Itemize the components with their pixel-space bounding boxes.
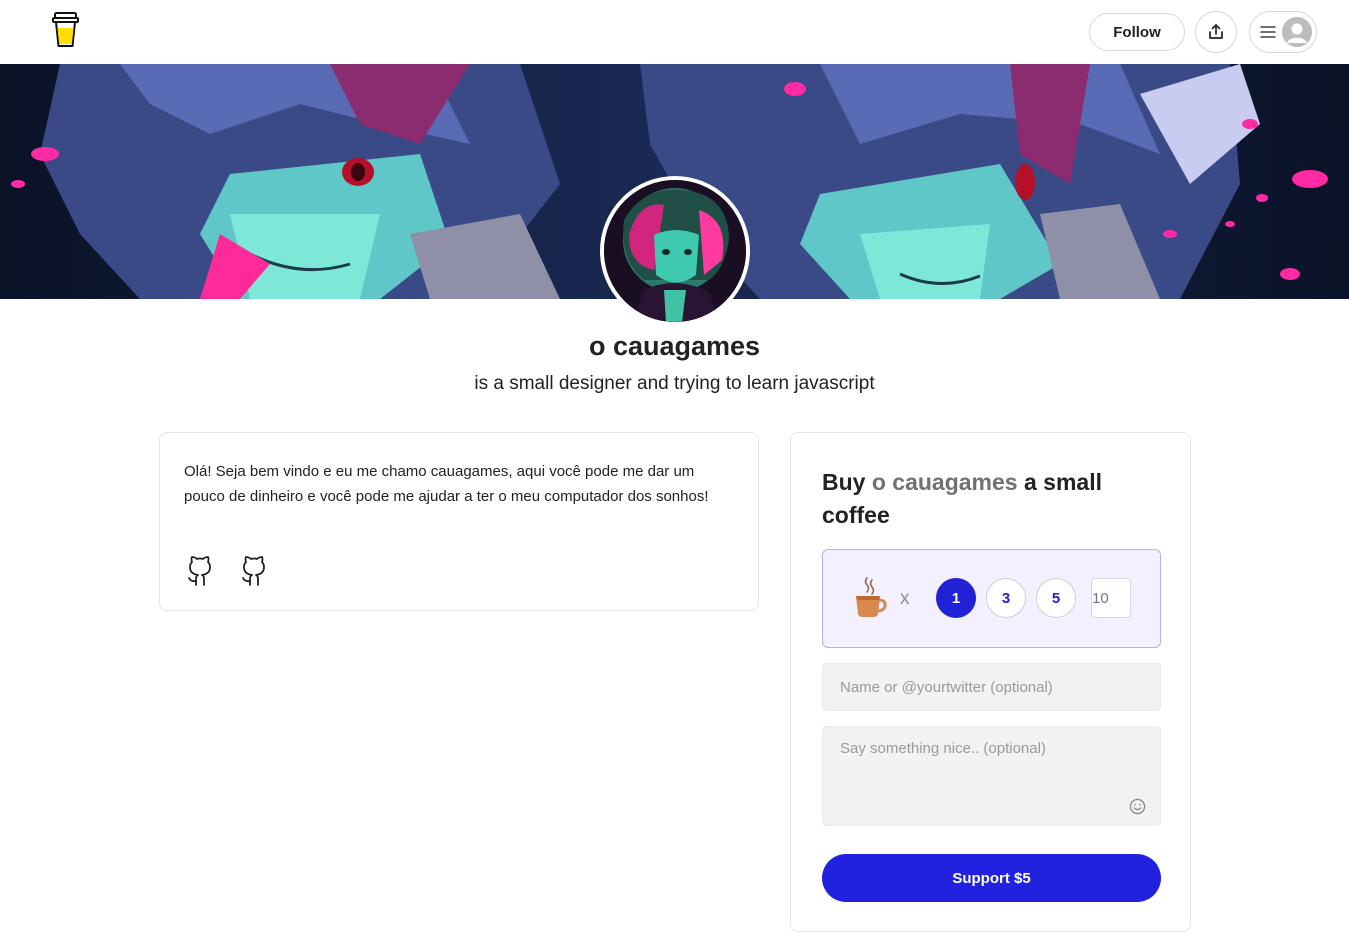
support-message-input[interactable] (822, 726, 1161, 826)
account-menu-button[interactable] (1249, 11, 1317, 53)
times-label: x (900, 588, 910, 609)
follow-button[interactable]: Follow (1089, 13, 1185, 51)
github-icon[interactable] (185, 555, 215, 587)
quantity-option-3[interactable]: 3 (986, 578, 1026, 618)
custom-quantity-input[interactable] (1091, 578, 1131, 618)
quantity-option-1[interactable]: 1 (936, 578, 976, 618)
support-title-prefix: Buy (822, 469, 872, 495)
hamburger-menu-icon (1260, 26, 1276, 38)
coffee-cup-icon (856, 577, 887, 617)
about-text: Olá! Seja bem vindo e eu me chamo cauaga… (184, 463, 709, 505)
profile-avatar (600, 176, 750, 326)
coffee-quantity-selector: x 1 3 5 (822, 549, 1161, 648)
user-avatar-icon (1282, 17, 1312, 47)
creator-name: o cauagames (588, 331, 761, 361)
quantity-option-5[interactable]: 5 (1036, 578, 1076, 618)
support-title: Buy o cauagames a small coffee (822, 466, 1152, 532)
support-card: Buy o cauagames a small coffee x 1 3 5 S… (790, 432, 1191, 932)
support-title-creator: o cauagames (871, 469, 1018, 495)
top-bar: Follow (0, 0, 1349, 64)
support-button[interactable]: Support $5 (822, 854, 1161, 902)
share-icon (1209, 24, 1223, 39)
share-button[interactable] (1195, 11, 1237, 53)
emoji-icon[interactable] (1129, 798, 1146, 815)
supporter-name-input[interactable] (822, 663, 1161, 711)
buymeacoffee-logo-icon[interactable] (52, 12, 79, 48)
github-icon[interactable] (239, 555, 269, 587)
about-card: Olá! Seja bem vindo e eu me chamo cauaga… (159, 432, 759, 611)
creator-tagline: is a small designer and trying to learn … (474, 373, 875, 394)
